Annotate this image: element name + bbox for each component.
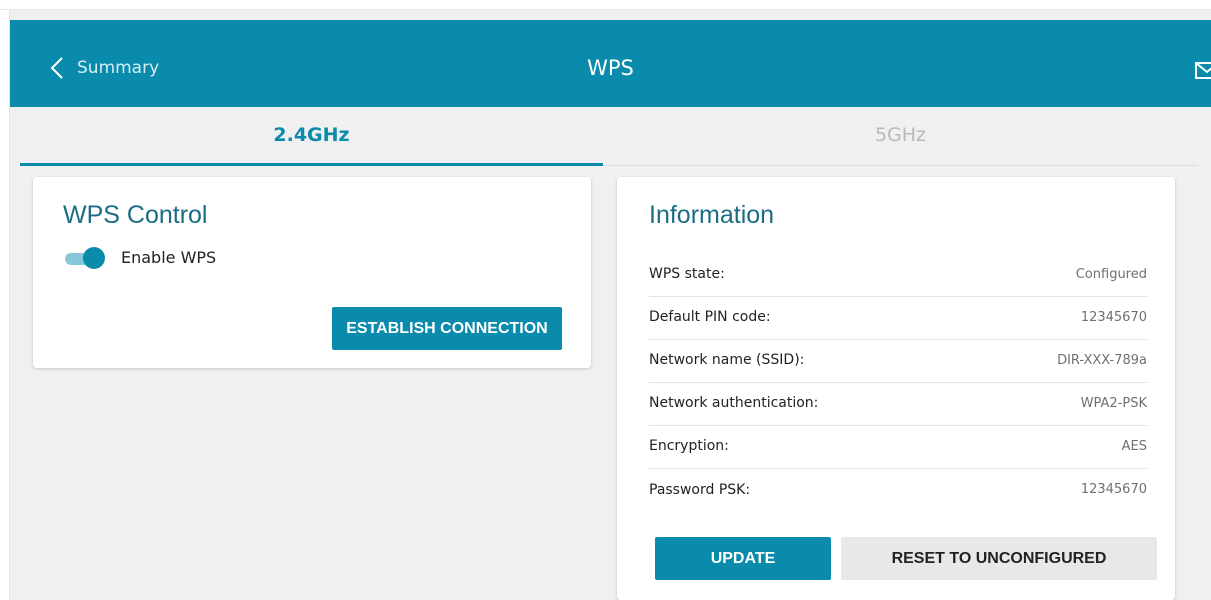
enable-wps-toggle[interactable] xyxy=(63,247,105,269)
info-row-authentication: Network authentication: WPA2-PSK xyxy=(649,383,1147,426)
info-label: WPS state: xyxy=(649,266,725,282)
tab-5ghz[interactable]: 5GHz xyxy=(603,107,1198,165)
info-row-default-pin: Default PIN code: 12345670 xyxy=(649,297,1147,340)
info-row-encryption: Encryption: AES xyxy=(649,426,1147,469)
wps-control-title: WPS Control xyxy=(63,201,208,229)
info-row-password-psk: Password PSK: 12345670 xyxy=(649,469,1147,512)
info-value: 12345670 xyxy=(1080,309,1147,325)
tab-2-4ghz[interactable]: 2.4GHz xyxy=(20,107,603,166)
mail-icon[interactable] xyxy=(1195,61,1211,79)
info-value: AES xyxy=(1121,438,1147,454)
update-button[interactable]: UPDATE xyxy=(655,537,831,580)
wps-control-card: WPS Control Enable WPS ESTABLISH CONNECT… xyxy=(33,177,591,368)
info-label: Default PIN code: xyxy=(649,309,771,325)
information-title: Information xyxy=(649,201,775,229)
info-value: WPA2-PSK xyxy=(1080,395,1147,411)
info-row-ssid: Network name (SSID): DIR-XXX-789a xyxy=(649,340,1147,383)
page: Summary WPS 2.4GHz 5GHz WPS Control Enab… xyxy=(10,10,1211,600)
info-label: Password PSK: xyxy=(649,481,751,498)
info-value: Configured xyxy=(1075,266,1147,282)
page-title: WPS xyxy=(587,56,634,80)
info-value: DIR-XXX-789a xyxy=(1057,352,1147,368)
reset-to-unconfigured-button[interactable]: RESET TO UNCONFIGURED xyxy=(841,537,1157,580)
info-label: Network authentication: xyxy=(649,395,819,411)
info-row-wps-state: WPS state: Configured xyxy=(649,254,1147,297)
information-card: Information WPS state: Configured Defaul… xyxy=(617,177,1175,600)
info-label: Network name (SSID): xyxy=(649,352,805,368)
band-tabs: 2.4GHz 5GHz xyxy=(20,107,1198,166)
enable-wps-label: Enable WPS xyxy=(121,248,217,267)
toggle-knob xyxy=(83,247,105,269)
establish-connection-button[interactable]: ESTABLISH CONNECTION xyxy=(332,307,562,350)
header-bar: Summary WPS xyxy=(10,20,1211,107)
info-label: Encryption: xyxy=(649,438,729,454)
info-value: 12345670 xyxy=(1080,482,1147,497)
information-list: WPS state: Configured Default PIN code: … xyxy=(649,254,1147,512)
